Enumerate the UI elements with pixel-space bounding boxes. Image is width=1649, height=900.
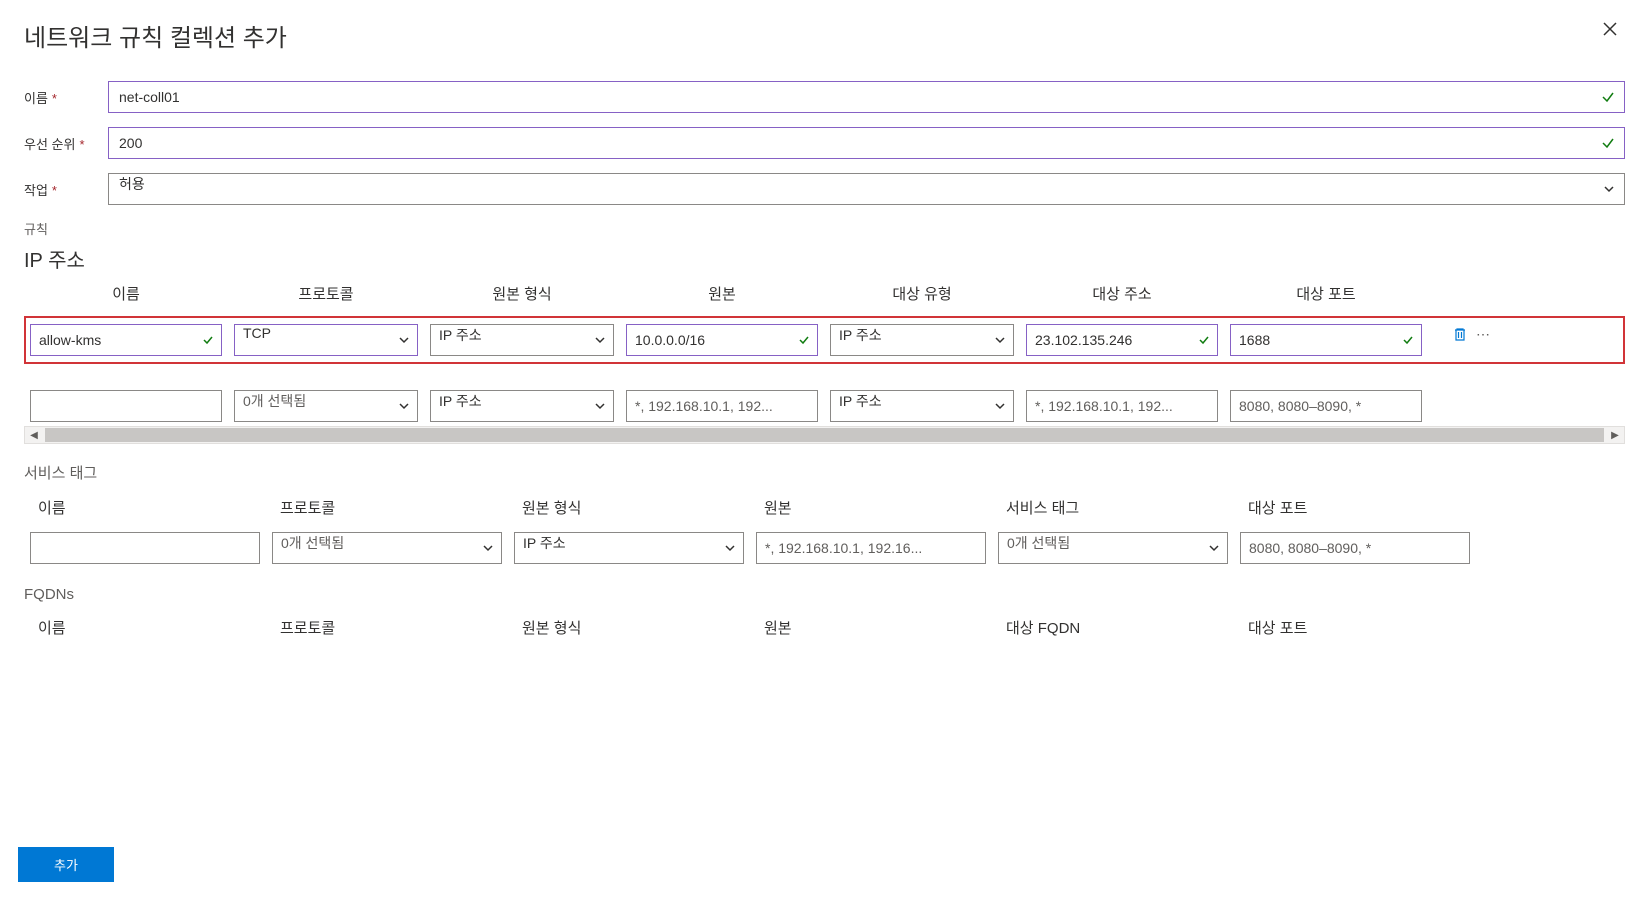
svc-source-type-select[interactable]: IP 주소 xyxy=(514,532,744,564)
name-label: 이름* xyxy=(24,88,108,107)
svc-dest-port-input[interactable] xyxy=(1240,532,1470,564)
priority-label: 우선 순위* xyxy=(24,134,108,153)
svc-protocol-select[interactable]: 0개 선택됨 xyxy=(272,532,502,564)
col-source-type: 원본 형식 xyxy=(430,283,614,304)
col-source-type: 원본 형식 xyxy=(514,617,744,638)
close-icon xyxy=(1603,22,1617,36)
rule-dest-addr-input[interactable] xyxy=(1026,390,1218,422)
rule-dest-addr-input[interactable] xyxy=(1026,324,1218,356)
rules-label: 규칙 xyxy=(24,219,1625,238)
scroll-right-arrow[interactable]: ▶ xyxy=(1606,427,1624,443)
svc-source-input[interactable] xyxy=(756,532,986,564)
rule-dest-type-select[interactable]: IP 주소 xyxy=(830,324,1014,356)
service-tag-section-title: 서비스 태그 xyxy=(24,462,1625,483)
col-dest-port: 대상 포트 xyxy=(1240,617,1470,638)
table-row: 0개 선택됨 IP 주소 0개 선택됨 xyxy=(24,528,1625,568)
col-service-tag: 서비스 태그 xyxy=(998,497,1228,518)
col-name: 이름 xyxy=(30,497,260,518)
horizontal-scrollbar[interactable]: ◀ ▶ xyxy=(24,426,1625,444)
col-protocol: 프로토콜 xyxy=(272,497,502,518)
rule-dest-port-input[interactable] xyxy=(1230,324,1422,356)
rule-source-type-select[interactable]: IP 주소 xyxy=(430,390,614,422)
rule-source-input[interactable] xyxy=(626,324,818,356)
svc-tag-select[interactable]: 0개 선택됨 xyxy=(998,532,1228,564)
action-select[interactable]: 허용 xyxy=(108,173,1625,205)
col-protocol: 프로토콜 xyxy=(272,617,502,638)
col-dest-type: 대상 유형 xyxy=(830,283,1014,304)
col-dest-addr: 대상 주소 xyxy=(1026,283,1218,304)
more-icon[interactable]: ⋯ xyxy=(1476,326,1490,343)
rule-source-input[interactable] xyxy=(626,390,818,422)
page-title: 네트워크 규칙 컬렉션 추가 xyxy=(24,18,287,53)
col-dest-port: 대상 포트 xyxy=(1230,283,1422,304)
rule-name-input[interactable] xyxy=(30,390,222,422)
col-source: 원본 xyxy=(626,283,818,304)
name-input[interactable] xyxy=(108,81,1625,113)
rule-dest-port-input[interactable] xyxy=(1230,390,1422,422)
col-dest-port: 대상 포트 xyxy=(1240,497,1470,518)
scroll-left-arrow[interactable]: ◀ xyxy=(25,427,43,443)
col-protocol: 프로토콜 xyxy=(234,283,418,304)
col-source: 원본 xyxy=(756,617,986,638)
rule-source-type-select[interactable]: IP 주소 xyxy=(430,324,614,356)
add-button[interactable]: 추가 xyxy=(18,847,114,882)
delete-button[interactable] xyxy=(1450,324,1470,344)
scrollbar-thumb[interactable] xyxy=(45,428,1604,442)
col-name: 이름 xyxy=(30,617,260,638)
rule-dest-type-select[interactable]: IP 주소 xyxy=(830,390,1014,422)
action-label: 작업* xyxy=(24,180,108,199)
col-source-type: 원본 형식 xyxy=(514,497,744,518)
rule-protocol-select[interactable]: 0개 선택됨 xyxy=(234,390,418,422)
table-row: 0개 선택됨 IP 주소 IP 주소 xyxy=(24,386,1625,426)
svc-name-input[interactable] xyxy=(30,532,260,564)
col-name: 이름 xyxy=(30,283,222,304)
fqdn-section-title: FQDNs xyxy=(24,586,1625,603)
rule-protocol-select[interactable]: TCP xyxy=(234,324,418,356)
priority-input[interactable] xyxy=(108,127,1625,159)
trash-icon xyxy=(1452,326,1468,342)
col-dest-fqdn: 대상 FQDN xyxy=(998,617,1228,638)
close-button[interactable] xyxy=(1595,18,1625,40)
rule-name-input[interactable] xyxy=(30,324,222,356)
ip-section-title: IP 주소 xyxy=(24,244,1625,273)
col-source: 원본 xyxy=(756,497,986,518)
